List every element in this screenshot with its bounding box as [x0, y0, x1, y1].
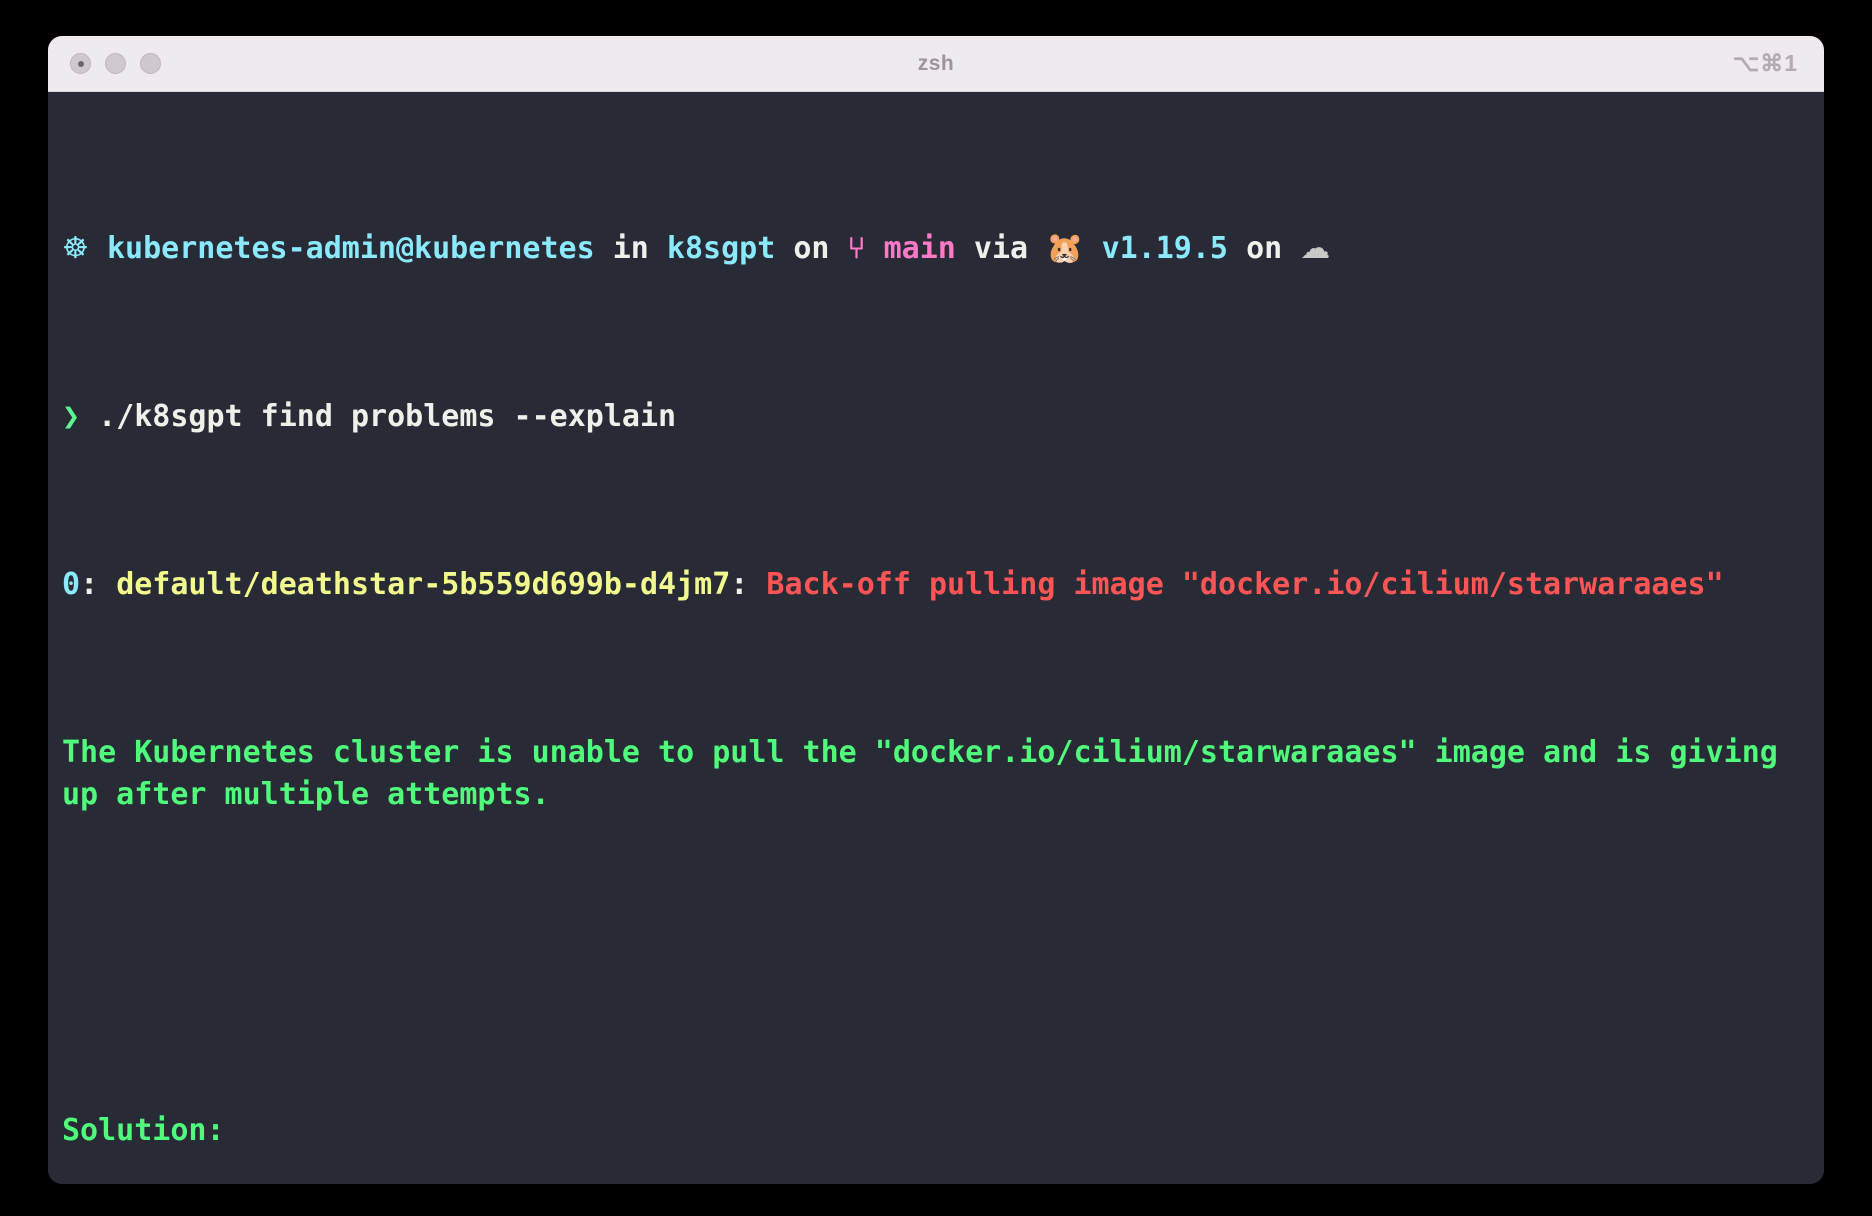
kube-context: kubernetes-admin@kubernetes: [106, 231, 595, 266]
result-explanation-0: The Kubernetes cluster is unable to pull…: [62, 735, 1796, 812]
git-branch-name: main: [883, 231, 956, 266]
go-version: v1.19.5: [1101, 231, 1228, 266]
terminal-viewport[interactable]: ☸ kubernetes-admin@kubernetes in k8sgpt …: [48, 92, 1824, 1184]
window-title: zsh: [917, 51, 955, 75]
prompt-on-label: on: [793, 231, 830, 266]
traffic-light-group: [48, 53, 161, 74]
maximize-button[interactable]: [140, 53, 161, 74]
prompt-via-label: via: [973, 231, 1029, 266]
terminal-output: ☸ kubernetes-admin@kubernetes in k8sgpt …: [48, 102, 1824, 1184]
close-button[interactable]: [70, 53, 91, 74]
window-titlebar[interactable]: zsh ⌥⌘1: [48, 36, 1824, 92]
terminal-window: zsh ⌥⌘1 ☸ kubernetes-admin@kubernetes in…: [48, 36, 1824, 1184]
kubernetes-icon: ☸: [62, 231, 89, 266]
blank-line-0: [62, 942, 1810, 984]
prompt-chevron-icon: ❯: [62, 399, 81, 434]
shell-prompt-line: ☸ kubernetes-admin@kubernetes in k8sgpt …: [62, 228, 1810, 270]
result-error-0: Back-off pulling image "docker.io/cilium…: [766, 567, 1724, 602]
keyboard-shortcut-badge: ⌥⌘1: [1732, 50, 1798, 76]
result-resource-0: default/deathstar-5b559d699b-d4jm7: [116, 567, 731, 602]
current-directory: k8sgpt: [666, 231, 776, 266]
minimize-button[interactable]: [105, 53, 126, 74]
result-header-0: 0: default/deathstar-5b559d699b-d4jm7: B…: [62, 564, 1810, 606]
prompt-in-label: in: [612, 231, 649, 266]
result-separator-0b: :: [730, 567, 749, 602]
git-branch-icon: ⑂: [847, 231, 866, 266]
result-index-0: 0: [62, 567, 81, 602]
typed-command: ./k8sgpt find problems --explain: [98, 399, 677, 434]
command-line: ❯ ./k8sgpt find problems --explain: [62, 396, 1810, 438]
result-separator-0a: :: [80, 567, 99, 602]
go-gopher-icon: 🐹: [1046, 231, 1084, 266]
cloud-icon: ☁: [1300, 231, 1331, 266]
solution-heading-0: Solution:: [62, 1113, 225, 1148]
prompt-on-label-2: on: [1246, 231, 1283, 266]
